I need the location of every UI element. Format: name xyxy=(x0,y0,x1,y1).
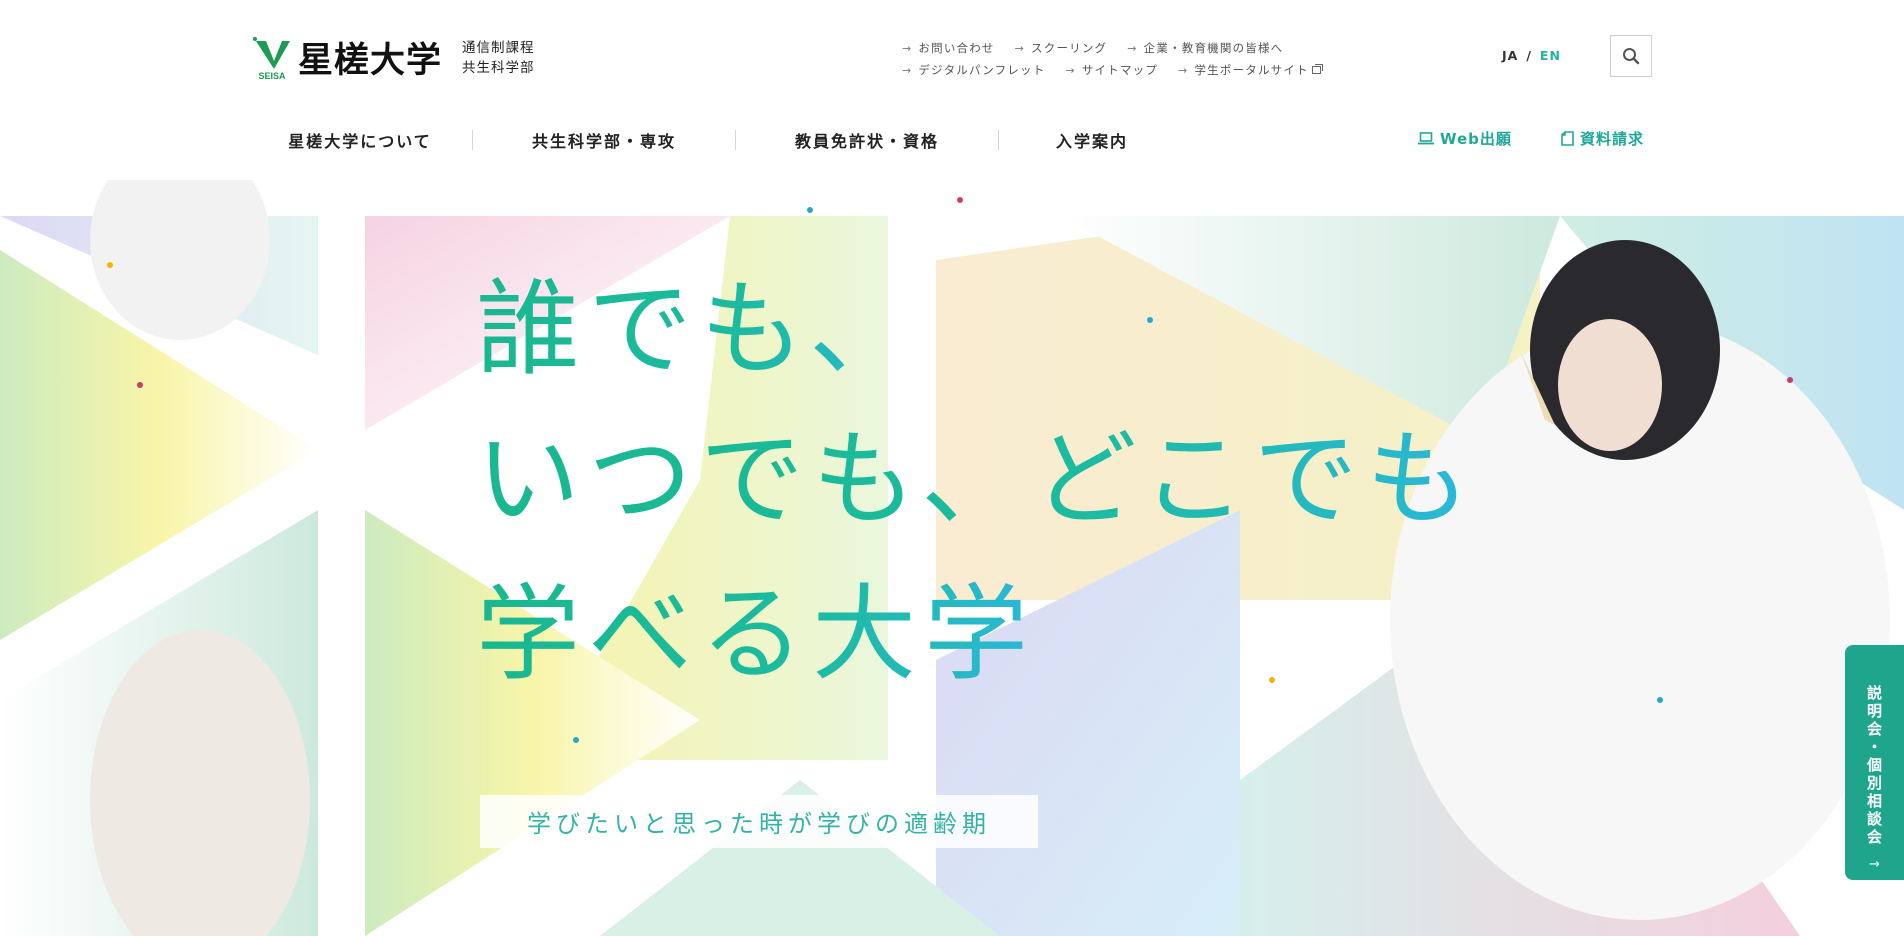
logo-name: 星槎大学 xyxy=(298,41,443,81)
external-link-icon xyxy=(1311,64,1323,74)
web-apply-label: Web出願 xyxy=(1440,130,1512,148)
arrow-icon: → xyxy=(1065,63,1076,77)
util-link-digital-pamphlet[interactable]: → デジタルパンフレット xyxy=(902,62,1045,78)
language-switcher: JA / EN xyxy=(1502,48,1561,63)
document-icon xyxy=(1561,131,1574,146)
hero-tagline-box: 学びたいと思った時が学びの適齢期 xyxy=(480,795,1038,848)
lang-en-link[interactable]: EN xyxy=(1540,48,1561,63)
arrow-right-icon: → xyxy=(1869,857,1880,872)
util-link-label: スクーリング xyxy=(1031,41,1108,55)
logo-sub-line1: 通信制課程 xyxy=(462,39,535,56)
site-header: SEISA 星槎大学 通信制課程 共生科学部 → お問い合わせ → スクーリング →… xyxy=(0,0,1904,180)
logo-sub-line2: 共生科学部 xyxy=(462,59,535,76)
info-session-tab[interactable]: 説明会・個別相談会 → xyxy=(1845,645,1904,880)
logo-mark-text: SEISA xyxy=(258,71,286,81)
util-link-label: 企業・教育機関の皆様へ xyxy=(1143,41,1284,55)
util-link-label: 学生ポータルサイト xyxy=(1194,63,1309,77)
util-link-label: デジタルパンフレット xyxy=(918,63,1046,77)
logo-subtitle: 通信制課程 共生科学部 xyxy=(462,38,535,78)
nav-item-faculty[interactable]: 共生科学部・専攻 xyxy=(473,128,735,152)
request-brochure-link[interactable]: 資料請求 xyxy=(1561,128,1644,149)
arrow-icon: → xyxy=(1178,63,1189,77)
laptop-icon xyxy=(1418,132,1434,145)
utility-links: → お問い合わせ → スクーリング → 企業・教育機関の皆様へ → デジタルパンフレット… xyxy=(902,37,1332,81)
hero-headline-line2: いつでも、どこでも xyxy=(476,418,1478,540)
hero-section: 誰でも、 いつでも、どこでも 学べる大学 学びたいと思った時が学びの適齢期 xyxy=(0,180,1904,936)
lang-separator: / xyxy=(1526,48,1532,63)
hero-headline-line3: 学べる大学 xyxy=(476,573,1037,695)
global-nav: 星槎大学について 共生科学部・専攻 教員免許状・資格 入学案内 xyxy=(248,124,1185,156)
hero-tagline: 学びたいと思った時が学びの適齢期 xyxy=(527,810,991,838)
search-button[interactable] xyxy=(1610,35,1652,77)
arrow-icon: → xyxy=(1127,41,1138,55)
util-link-schooling[interactable]: → スクーリング xyxy=(1015,40,1108,56)
university-logo[interactable]: SEISA 星槎大学 通信制課程 共生科学部 xyxy=(252,32,535,83)
arrow-icon: → xyxy=(1014,41,1026,55)
util-link-student-portal[interactable]: → 学生ポータルサイト xyxy=(1178,62,1323,78)
web-apply-link[interactable]: Web出願 xyxy=(1418,128,1512,149)
util-link-label: サイトマップ xyxy=(1081,63,1159,77)
util-link-contact[interactable]: → お問い合わせ xyxy=(902,40,995,56)
hero-headline-line1: 誰でも、 xyxy=(476,268,921,390)
nav-item-about[interactable]: 星槎大学について xyxy=(248,128,472,152)
arrow-icon: → xyxy=(902,41,913,55)
info-session-label: 説明会・個別相談会 xyxy=(1865,685,1883,847)
seisa-logo-mark: SEISA xyxy=(252,35,292,81)
util-link-corporate[interactable]: → 企業・教育機関の皆様へ xyxy=(1127,40,1283,56)
util-link-sitemap[interactable]: → サイトマップ xyxy=(1065,62,1158,78)
nav-item-license[interactable]: 教員免許状・資格 xyxy=(736,128,998,152)
arrow-icon: → xyxy=(902,63,913,77)
lang-ja-link[interactable]: JA xyxy=(1502,48,1518,63)
search-icon xyxy=(1623,48,1640,65)
util-link-label: お問い合わせ xyxy=(918,41,995,55)
request-brochure-label: 資料請求 xyxy=(1580,130,1645,148)
nav-item-admission[interactable]: 入学案内 xyxy=(999,128,1185,152)
